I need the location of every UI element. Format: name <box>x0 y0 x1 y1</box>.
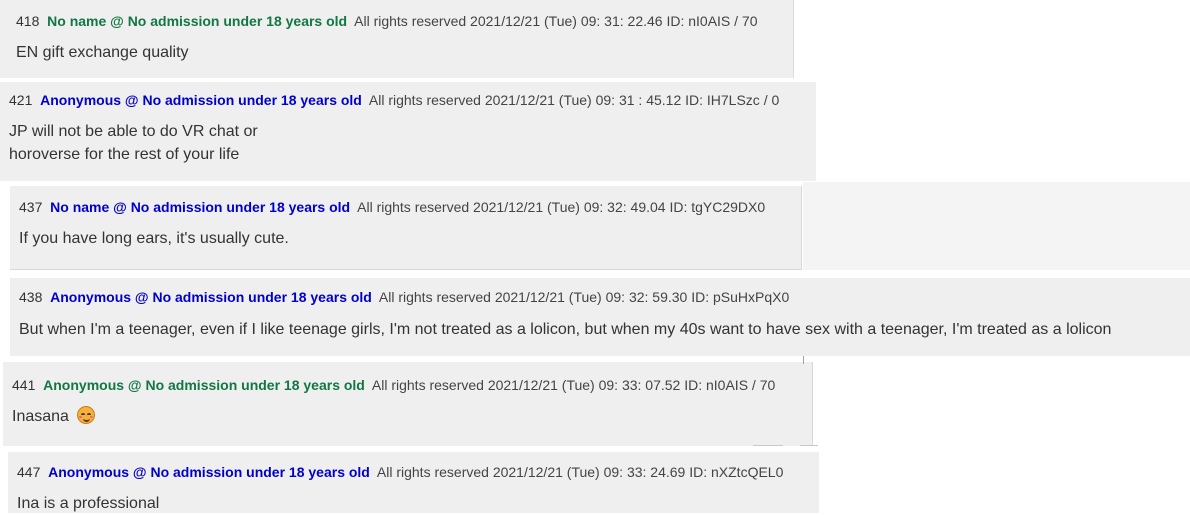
post-line: horoverse for the rest of your life <box>9 146 240 163</box>
post-441: 441 Anonymous @ No admission under 18 ye… <box>3 362 813 446</box>
post-line: JP will not be able to do VR chat or <box>9 123 258 140</box>
poster-name[interactable]: Anonymous @ No admission under 18 years … <box>48 464 370 480</box>
background-strip <box>803 182 1190 270</box>
poster-name[interactable]: Anonymous @ No admission under 18 years … <box>50 289 372 305</box>
post-body: JP will not be able to do VR chat or hor… <box>9 120 258 166</box>
post-header: 421 Anonymous @ No admission under 18 ye… <box>9 91 779 109</box>
post-line: EN gift exchange quality <box>16 44 189 61</box>
post-body: Inasana <box>12 405 96 428</box>
post-meta: All rights reserved 2021/12/21 (Tue) 09:… <box>354 13 758 29</box>
post-meta: All rights reserved 2021/12/21 (Tue) 09:… <box>368 92 780 108</box>
post-418: 418 No name @ No admission under 18 year… <box>0 0 794 78</box>
poster-name[interactable]: No name @ No admission under 18 years ol… <box>50 199 350 215</box>
post-421: 421 Anonymous @ No admission under 18 ye… <box>0 82 816 181</box>
poster-name[interactable]: Anonymous @ No admission under 18 years … <box>43 377 365 393</box>
post-header: 418 No name @ No admission under 18 year… <box>16 12 758 30</box>
post-line: Ina is a professional <box>17 495 160 512</box>
smiling-face-with-hearts-icon <box>77 406 96 424</box>
post-number[interactable]: 438 <box>19 289 42 305</box>
post-meta: All rights reserved 2021/12/21 (Tue) 09:… <box>378 289 790 305</box>
divider <box>800 445 818 446</box>
post-437: 437 No name @ No admission under 18 year… <box>10 186 802 270</box>
post-line: If you have long ears, it's usually cute… <box>19 230 289 247</box>
post-line: Inasana <box>12 408 69 425</box>
post-line: But when I'm a teenager, even if I like … <box>19 321 1112 338</box>
post-header: 447 Anonymous @ No admission under 18 ye… <box>17 463 783 481</box>
post-header: 438 Anonymous @ No admission under 18 ye… <box>19 288 789 306</box>
post-meta: All rights reserved 2021/12/21 (Tue) 09:… <box>371 377 776 393</box>
post-438: 438 Anonymous @ No admission under 18 ye… <box>10 278 1190 356</box>
post-447: 447 Anonymous @ No admission under 18 ye… <box>8 452 819 513</box>
post-body: Ina is a professional <box>17 492 159 515</box>
post-number[interactable]: 447 <box>17 464 40 480</box>
post-number[interactable]: 421 <box>9 92 32 108</box>
post-meta: All rights reserved 2021/12/21 (Tue) 09:… <box>376 464 784 480</box>
post-body: But when I'm a teenager, even if I like … <box>19 318 1111 341</box>
poster-name[interactable]: No name @ No admission under 18 years ol… <box>47 13 347 29</box>
poster-name[interactable]: Anonymous @ No admission under 18 years … <box>40 92 362 108</box>
post-number[interactable]: 441 <box>12 377 35 393</box>
post-body: EN gift exchange quality <box>16 41 189 64</box>
post-meta: All rights reserved 2021/12/21 (Tue) 09:… <box>357 199 766 215</box>
post-number[interactable]: 418 <box>16 13 39 29</box>
post-header: 441 Anonymous @ No admission under 18 ye… <box>12 376 775 394</box>
divider <box>803 356 804 364</box>
divider <box>753 445 783 446</box>
post-body: If you have long ears, it's usually cute… <box>19 227 289 250</box>
post-header: 437 No name @ No admission under 18 year… <box>19 198 765 216</box>
post-number[interactable]: 437 <box>19 199 42 215</box>
